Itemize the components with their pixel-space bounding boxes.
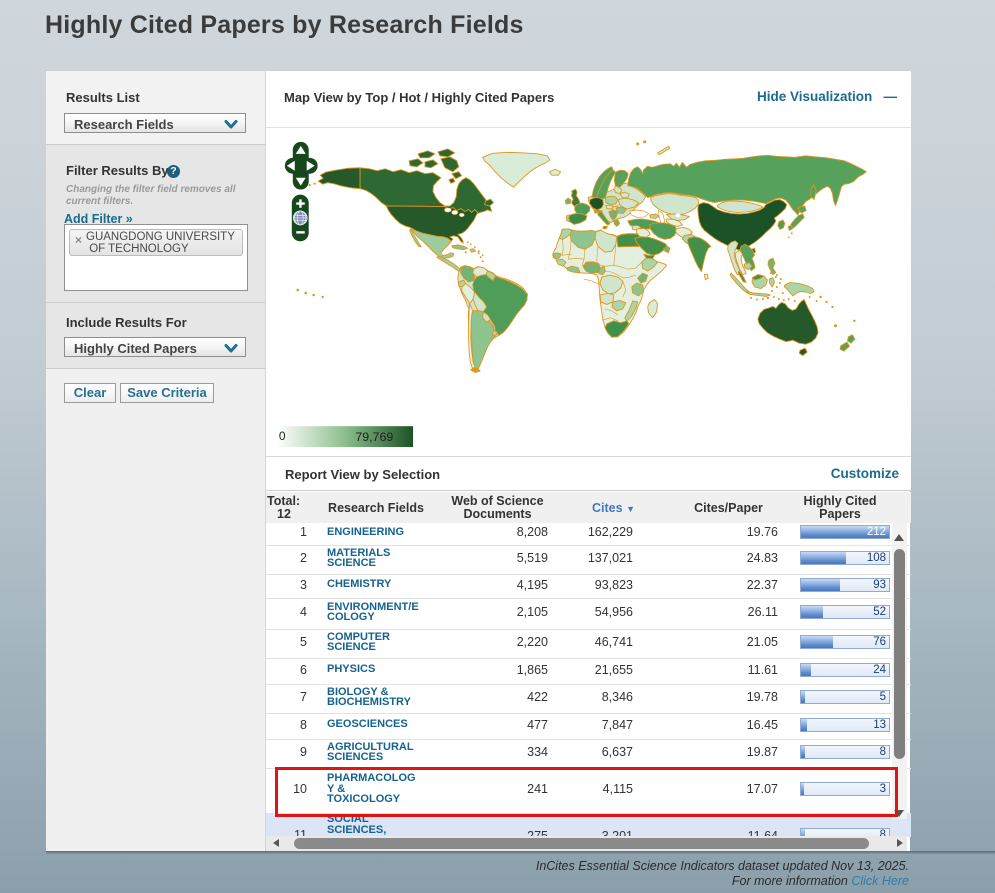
svg-text:79,769: 79,769: [355, 430, 393, 444]
svg-text:0: 0: [279, 429, 286, 443]
